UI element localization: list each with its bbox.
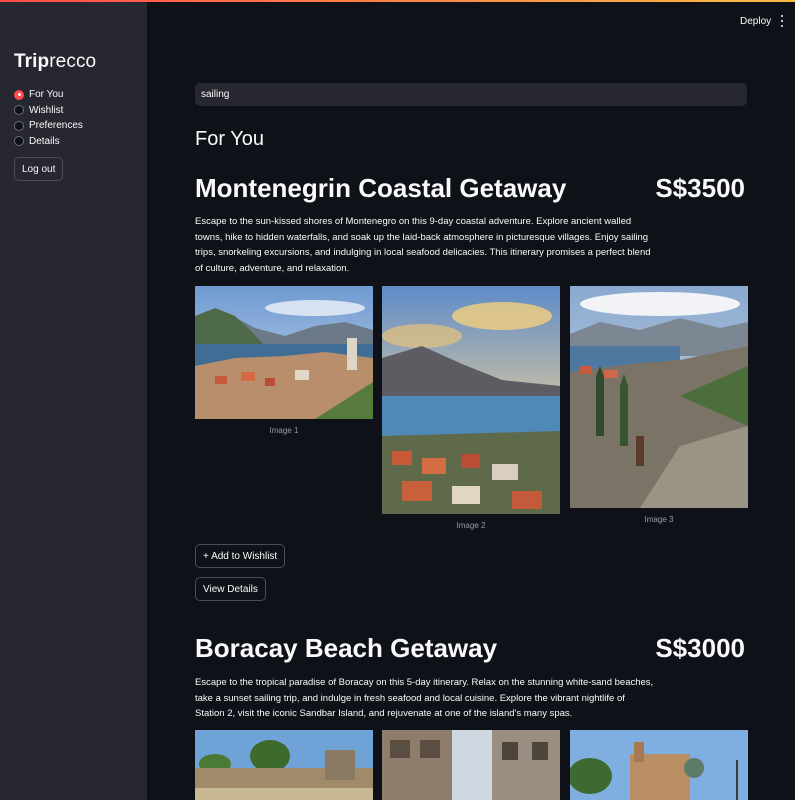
trip-description: Escape to the sun-kissed shores of Monte…	[195, 216, 651, 274]
top-accent-line	[0, 0, 795, 2]
sidebar-nav: For You Wishlist Preferences Details	[14, 87, 83, 149]
logout-button[interactable]: Log out	[14, 157, 64, 181]
trip-title: Boracay Beach Getaway	[195, 633, 498, 663]
sidebar-item-label: For You	[29, 89, 64, 101]
trip-price: S$3000	[655, 633, 745, 663]
radio-selected-icon[interactable]	[14, 89, 24, 100]
image-caption: Image 2	[456, 521, 486, 530]
radio-icon[interactable]	[14, 105, 24, 116]
sidebar-item-label: Details	[29, 135, 60, 147]
trip-image	[195, 730, 373, 800]
radio-icon[interactable]	[14, 136, 24, 147]
search-input[interactable]	[195, 83, 747, 106]
app-brand: Triprecco	[14, 51, 96, 73]
sidebar-item-preferences[interactable]: Preferences	[14, 118, 83, 134]
sidebar-item-label: Wishlist	[29, 104, 64, 116]
add-to-wishlist-button[interactable]: + Add to Wishlist	[195, 544, 286, 568]
sidebar-item-details[interactable]: Details	[14, 134, 83, 150]
trip-image	[570, 286, 748, 508]
trip-image	[382, 730, 560, 800]
trip-image	[570, 730, 748, 800]
trip-description: Escape to the tropical paradise of Borac…	[195, 677, 654, 719]
sidebar-item-for-you[interactable]: For You	[14, 87, 83, 103]
sidebar-item-wishlist[interactable]: Wishlist	[14, 103, 83, 119]
trip-image	[382, 286, 560, 514]
view-details-button[interactable]: View Details	[195, 577, 266, 601]
trip-title: Montenegrin Coastal Getaway	[195, 173, 567, 203]
more-options-icon[interactable]	[779, 15, 785, 27]
radio-icon[interactable]	[14, 120, 24, 131]
image-caption: Image 1	[269, 426, 299, 435]
brand-light-text: recco	[49, 51, 97, 72]
deploy-button[interactable]: Deploy	[740, 16, 771, 27]
section-title: For You	[195, 128, 264, 150]
image-caption: Image 3	[644, 515, 674, 524]
brand-bold-text: Trip	[14, 51, 50, 72]
trip-price: S$3500	[655, 173, 745, 203]
trip-image	[195, 286, 373, 419]
sidebar-item-label: Preferences	[29, 120, 83, 132]
sidebar: Triprecco For You Wishlist Preferences D…	[0, 0, 147, 800]
